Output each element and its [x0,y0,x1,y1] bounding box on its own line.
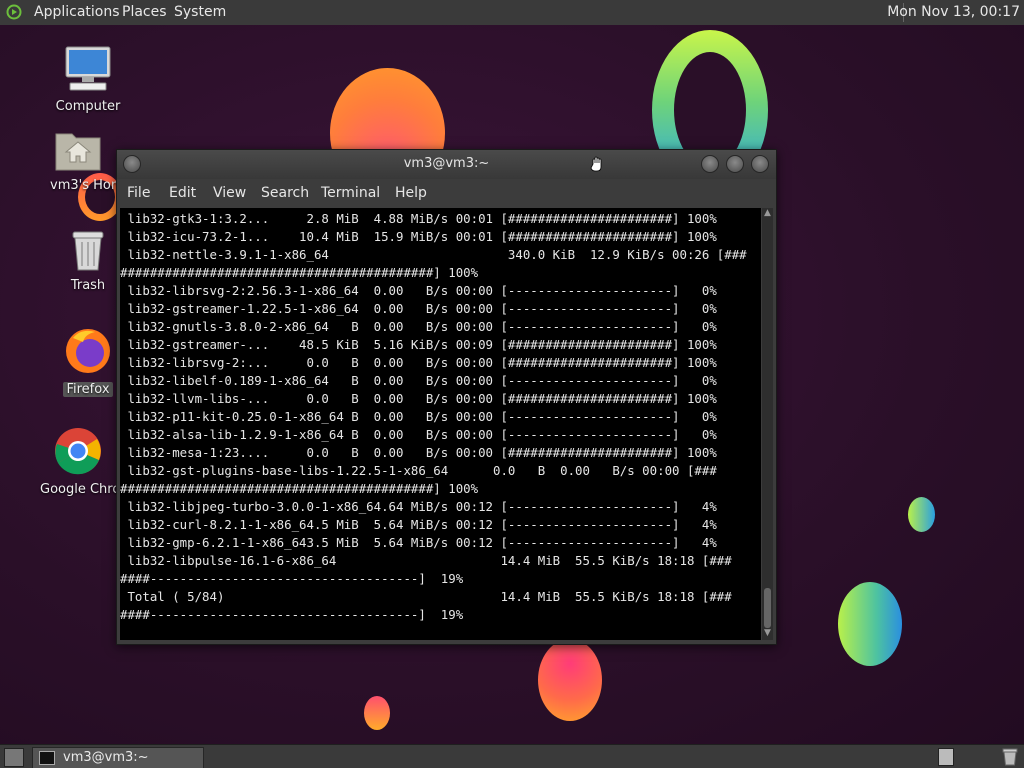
terminal-line: lib32-gmp-6.2.1-1-x86_643.5 MiB 5.64 MiB… [120,535,717,550]
terminal-line: lib32-librsvg-2:2.56.3-1-x86_64 0.00 B/s… [120,283,717,298]
menu-edit[interactable]: Edit [169,185,196,201]
menu-help[interactable]: Help [395,185,427,201]
menu-terminal[interactable]: Terminal [321,185,380,201]
hand-cursor-icon [590,156,602,172]
terminal-line: lib32-gstreamer-... 48.5 KiB 5.16 KiB/s … [120,337,717,352]
terminal-line: ########################################… [120,481,479,496]
desktop-icon-label: Firefox [63,382,113,397]
terminal-output[interactable]: lib32-gtk3-1:3.2... 2.8 MiB 4.88 MiB/s 0… [120,208,761,640]
scroll-up-arrow-icon[interactable]: ▲ [762,208,773,220]
top-panel: Applications Places System Mon Nov 13, 0… [0,0,1024,26]
window-titlebar[interactable]: vm3@vm3:~ [117,150,776,179]
terminal-line: lib32-libelf-0.189-1-x86_64 B 0.00 B/s 0… [120,373,717,388]
terminal-line: lib32-gtk3-1:3.2... 2.8 MiB 4.88 MiB/s 0… [120,211,717,226]
terminal-line: lib32-llvm-libs-... 0.0 B 0.00 B/s 00:00… [120,391,717,406]
system-menu[interactable]: System [174,4,226,20]
terminal-icon [39,751,55,765]
terminal-window[interactable]: vm3@vm3:~ File Edit View Search Terminal… [116,149,777,645]
firefox-icon [66,329,110,373]
taskbar-terminal-button[interactable]: vm3@vm3:~ [32,747,204,768]
terminal-line: lib32-gst-plugins-base-libs-1.22.5-1-x86… [120,463,717,478]
decor-small-green-blob [908,497,935,532]
close-button[interactable] [751,155,769,173]
desktop-icon-computer[interactable]: Computer [38,45,138,114]
terminal-line: lib32-nettle-3.9.1-1-x86_64 340.0 KiB 12… [120,247,747,262]
menu-view[interactable]: View [213,185,246,201]
menu-search[interactable]: Search [261,185,309,201]
scrollbar-thumb[interactable] [764,588,771,628]
terminal-line: lib32-librsvg-2:... 0.0 B 0.00 B/s 00:00… [120,355,717,370]
minimize-button[interactable] [701,155,719,173]
terminal-line: lib32-gnutls-3.8.0-2-x86_64 B 0.00 B/s 0… [120,319,717,334]
terminal-line: ####------------------------------------… [120,571,464,586]
terminal-line: lib32-p11-kit-0.25.0-1-x86_64 B 0.00 B/s… [120,409,717,424]
menu-file[interactable]: File [127,185,150,201]
desktop-icon-chrome[interactable]: Google Chrome [38,426,118,497]
terminal-text: lib32-gtk3-1:3.2... 2.8 MiB 4.88 MiB/s 0… [120,208,761,624]
desktop-icon-label: Computer [55,99,121,114]
workspace-switcher[interactable] [938,748,954,766]
terminal-line: lib32-gstreamer-1.22.5-1-x86_64 0.00 B/s… [120,301,717,316]
chrome-icon [55,428,101,475]
distro-logo-icon[interactable] [6,4,22,20]
places-menu[interactable]: Places [122,4,167,20]
clock[interactable]: Mon Nov 13, 00:17 [887,4,1020,20]
terminal-scrollbar[interactable]: ▲ ▼ [762,208,773,640]
terminal-line: lib32-libjpeg-turbo-3.0.0-1-x86_64.64 Mi… [120,499,717,514]
maximize-button[interactable] [726,155,744,173]
decor-green-blob [838,582,902,666]
terminal-line: lib32-icu-73.2-1... 10.4 MiB 15.9 MiB/s … [120,229,717,244]
terminal-line: Total ( 5/84) 14.4 MiB 55.5 KiB/s 18:18 … [120,589,732,604]
computer-icon [65,46,111,91]
terminal-menubar: File Edit View Search Terminal Help [117,179,776,208]
bottom-panel: vm3@vm3:~ [0,744,1024,768]
desktop-icon-label: Google Chrome [40,482,118,497]
terminal-line: lib32-alsa-lib-1.2.9-1-x86_64 B 0.00 B/s… [120,427,717,442]
decor-small-orange-blob [364,696,390,730]
terminal-line: ####------------------------------------… [120,607,464,622]
show-desktop-icon[interactable] [4,748,24,767]
scroll-down-arrow-icon[interactable]: ▼ [762,628,773,640]
window-title: vm3@vm3:~ [403,156,490,171]
desktop-icon-label: vm3's Home [50,178,118,193]
panel-trash-icon[interactable] [1000,747,1020,766]
home-folder-icon [55,133,101,171]
taskbar-button-label: vm3@vm3:~ [63,750,149,765]
desktop-icon-home[interactable]: vm3's Home [38,128,118,193]
terminal-line: ########################################… [120,265,479,280]
terminal-line: lib32-libpulse-16.1-6-x86_64 14.4 MiB 55… [120,553,732,568]
terminal-line: lib32-curl-8.2.1-1-x86_64.5 MiB 5.64 MiB… [120,517,717,532]
applications-menu[interactable]: Applications [34,4,120,20]
decor-pink-blob [538,639,602,721]
trash-icon [72,231,104,271]
terminal-line: lib32-mesa-1:23.... 0.0 B 0.00 B/s 00:00… [120,445,717,460]
